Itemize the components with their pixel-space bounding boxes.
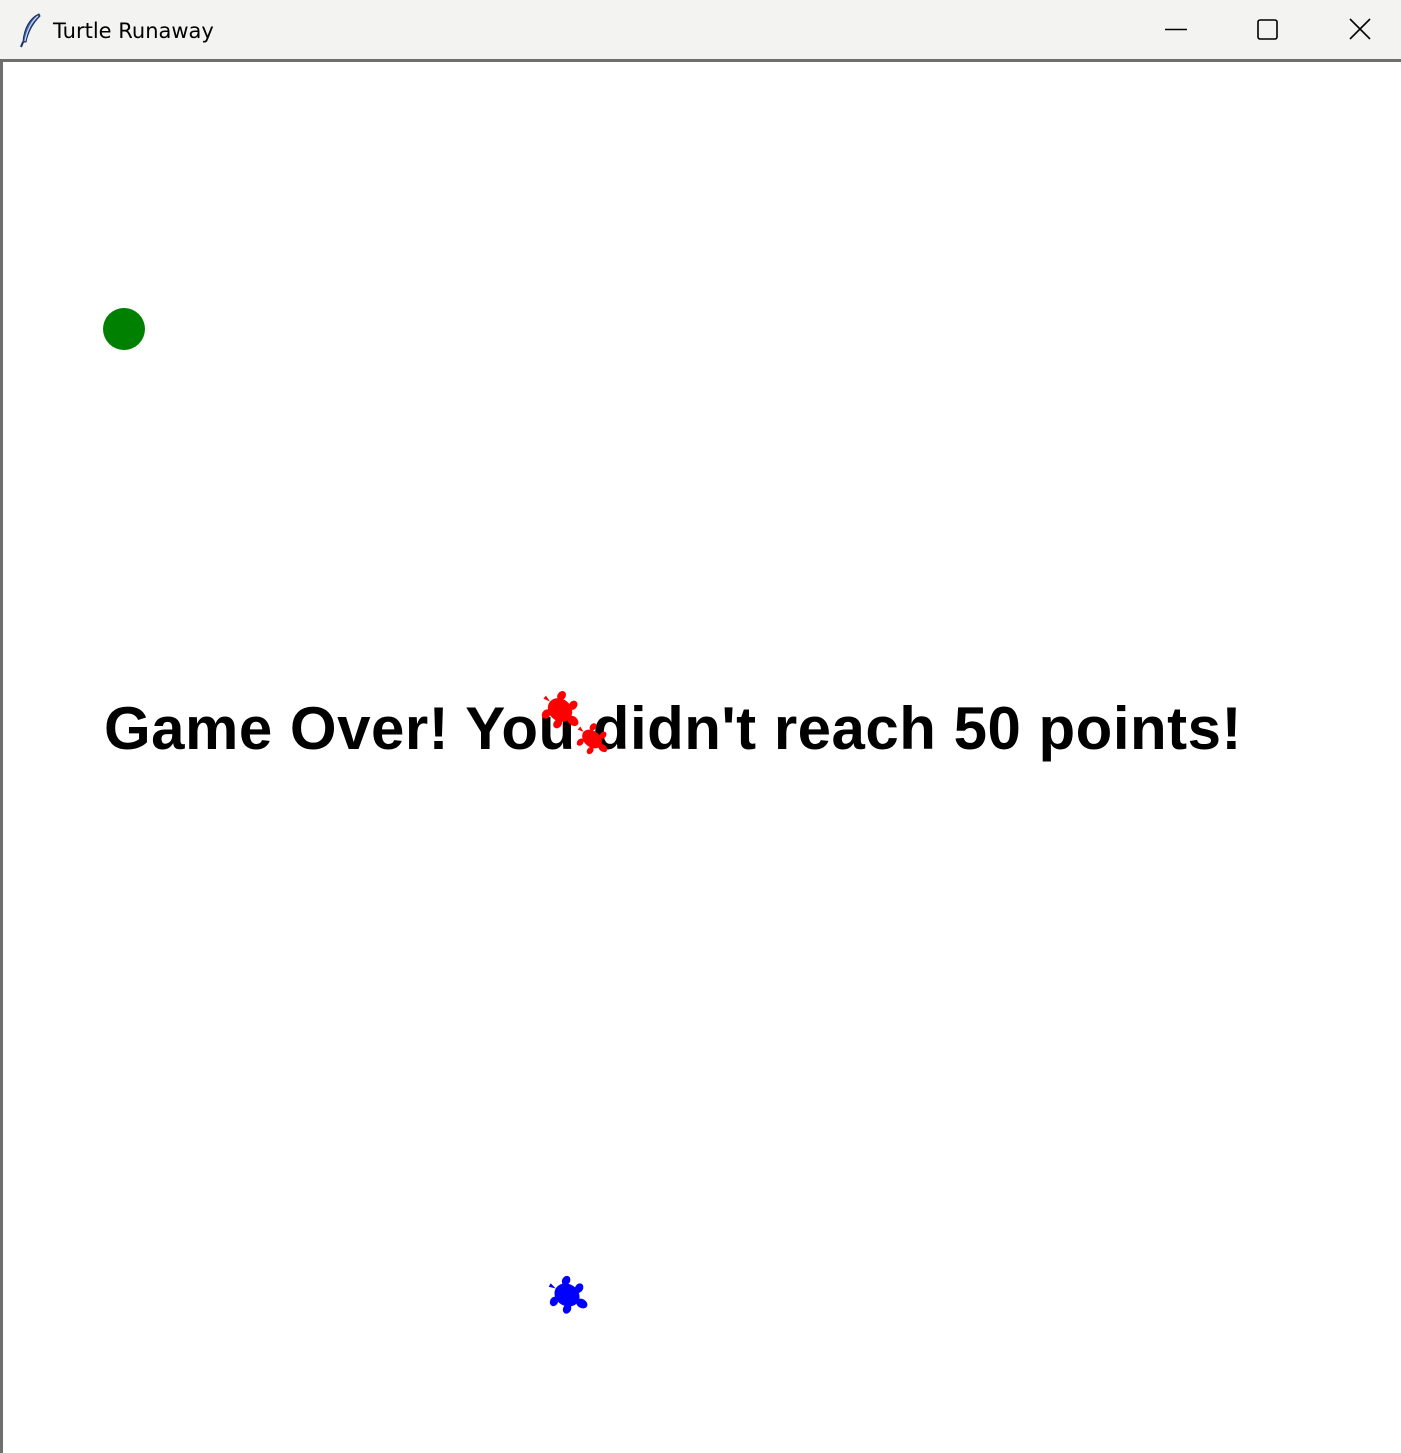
game-over-message: Game Over! You didn't reach 50 points!: [104, 695, 1242, 762]
minimize-icon: [1165, 28, 1187, 31]
close-button[interactable]: [1312, 0, 1401, 59]
close-icon: [1349, 18, 1371, 40]
maximize-button[interactable]: [1221, 0, 1313, 59]
food-dot: [103, 308, 145, 350]
title-bar[interactable]: Turtle Runaway: [0, 0, 1401, 62]
minimize-button[interactable]: [1130, 0, 1222, 59]
runner-turtle: [548, 1275, 588, 1314]
chaser-turtle-trail: [576, 723, 608, 755]
window-title: Turtle Runaway: [53, 19, 214, 43]
maximize-icon: [1257, 19, 1278, 40]
app-window: Turtle Runaway Game Over! You didn't rea…: [0, 0, 1401, 1453]
feather-icon: [18, 12, 44, 48]
